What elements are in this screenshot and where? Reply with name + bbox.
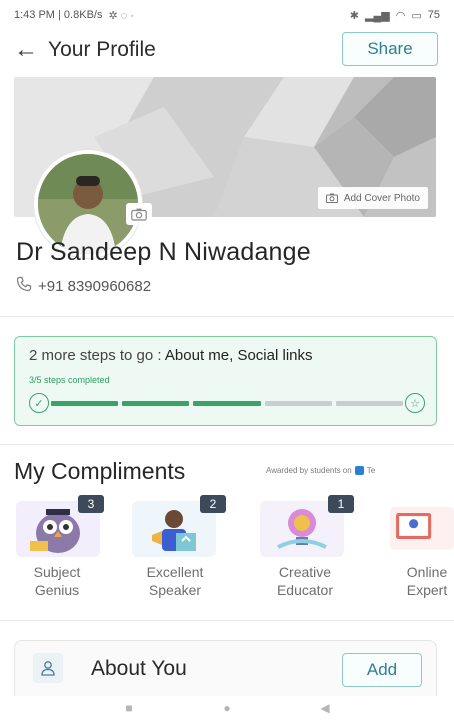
brand-logo-icon xyxy=(354,466,364,475)
status-time: 1:43 PM | 0.8KB/s xyxy=(14,9,103,21)
add-cover-photo-label: Add Cover Photo xyxy=(343,192,420,204)
add-about-button[interactable]: Add xyxy=(342,653,422,687)
notification-icon: ✲ ◌ · xyxy=(108,9,134,22)
about-you-card: About You Add xyxy=(14,640,437,700)
wifi-icon: ◠ xyxy=(395,9,406,22)
steps-progress-bar: ✓ ☆ xyxy=(29,393,425,413)
system-nav-bar: ■ ● ◀ xyxy=(0,696,454,720)
steps-completed-text: 3/5 steps completed xyxy=(29,375,110,385)
check-icon: ✓ xyxy=(29,393,49,413)
steps-text: 2 more steps to go : About me, Social li… xyxy=(29,347,313,364)
awarded-label: Awarded by students on xyxy=(266,466,352,475)
change-avatar-camera-icon[interactable] xyxy=(126,203,152,225)
signal-icon: ▂▄▆ xyxy=(365,9,390,22)
home-icon[interactable]: ● xyxy=(212,698,242,718)
phone-row: +91 8390960682 xyxy=(16,276,151,296)
divider xyxy=(0,444,454,445)
awarded-brand: Te xyxy=(366,466,376,475)
about-you-title: About You xyxy=(91,657,187,680)
profile-name: Dr Sandeep N Niwadange xyxy=(16,238,311,266)
star-icon: ☆ xyxy=(405,393,425,413)
status-left: 1:43 PM | 0.8KB/s ✲ ◌ · xyxy=(14,9,134,22)
badge-count: 3 xyxy=(78,495,104,513)
badge-label: Excellent Speaker xyxy=(146,564,204,598)
status-right: ✱ ▂▄▆ ◠ ▭ 75 xyxy=(350,9,440,22)
app-header: ← Your Profile Share xyxy=(0,28,454,72)
camera-icon xyxy=(325,193,338,203)
user-icon xyxy=(33,653,63,683)
status-bar: 1:43 PM | 0.8KB/s ✲ ◌ · ✱ ▂▄▆ ◠ ▭ 75 xyxy=(0,0,454,30)
divider xyxy=(0,620,454,621)
phone-number: +91 8390960682 xyxy=(38,277,152,295)
badge-count: 2 xyxy=(200,495,226,513)
divider xyxy=(0,316,454,317)
progress-segment xyxy=(51,401,119,406)
badge-label: Online Expert xyxy=(406,564,448,598)
steps-prefix: 2 more steps to go : xyxy=(29,347,165,364)
progress-segment xyxy=(122,401,190,406)
back-nav-icon[interactable]: ◀ xyxy=(310,698,340,718)
badge-label: Creative Educator xyxy=(276,564,334,598)
progress-segment xyxy=(335,401,403,406)
laptop-icon xyxy=(390,506,454,550)
battery-level: 75 xyxy=(427,9,440,21)
badge-count: 1 xyxy=(328,495,354,513)
progress-segment xyxy=(264,401,332,406)
add-cover-photo-button[interactable]: Add Cover Photo xyxy=(317,187,428,209)
progress-segment xyxy=(193,401,261,406)
bluetooth-icon: ✱ xyxy=(349,9,360,22)
share-button[interactable]: Share xyxy=(342,32,438,66)
profile-steps-card[interactable]: 2 more steps to go : About me, Social li… xyxy=(14,336,437,426)
badge-label: Subject Genius xyxy=(33,564,81,598)
page-title: Your Profile xyxy=(48,38,156,61)
recent-apps-icon[interactable]: ■ xyxy=(114,698,144,718)
battery-icon: ▭ xyxy=(411,9,422,22)
phone-icon xyxy=(16,276,32,296)
arrow-left-icon[interactable]: ← xyxy=(14,36,42,64)
steps-remaining: About me, Social links xyxy=(164,347,313,364)
compliments-title: My Compliments xyxy=(14,458,186,484)
compliments-awarded-text: Awarded by students on Te xyxy=(266,466,375,475)
